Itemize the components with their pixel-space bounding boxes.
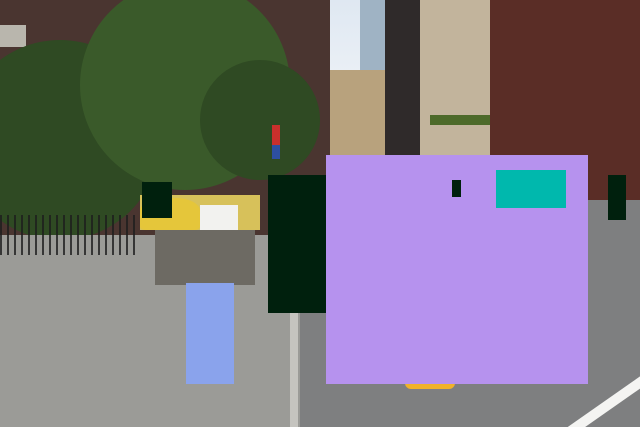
street-sign bbox=[272, 145, 280, 159]
redaction-block-dark-2 bbox=[268, 175, 326, 313]
redaction-block-dark-1 bbox=[142, 182, 172, 218]
tree bbox=[200, 60, 320, 180]
fruit-box bbox=[200, 205, 238, 230]
sidewalk bbox=[0, 235, 300, 427]
iron-fence bbox=[0, 215, 140, 255]
redaction-block-dark-5 bbox=[452, 180, 461, 197]
window bbox=[0, 25, 26, 47]
redaction-block-teal bbox=[496, 170, 566, 208]
redaction-block-periwinkle bbox=[186, 283, 234, 384]
redaction-block-dark-4 bbox=[608, 175, 626, 220]
photo-scene bbox=[0, 0, 640, 427]
fruit-cart bbox=[155, 225, 255, 285]
